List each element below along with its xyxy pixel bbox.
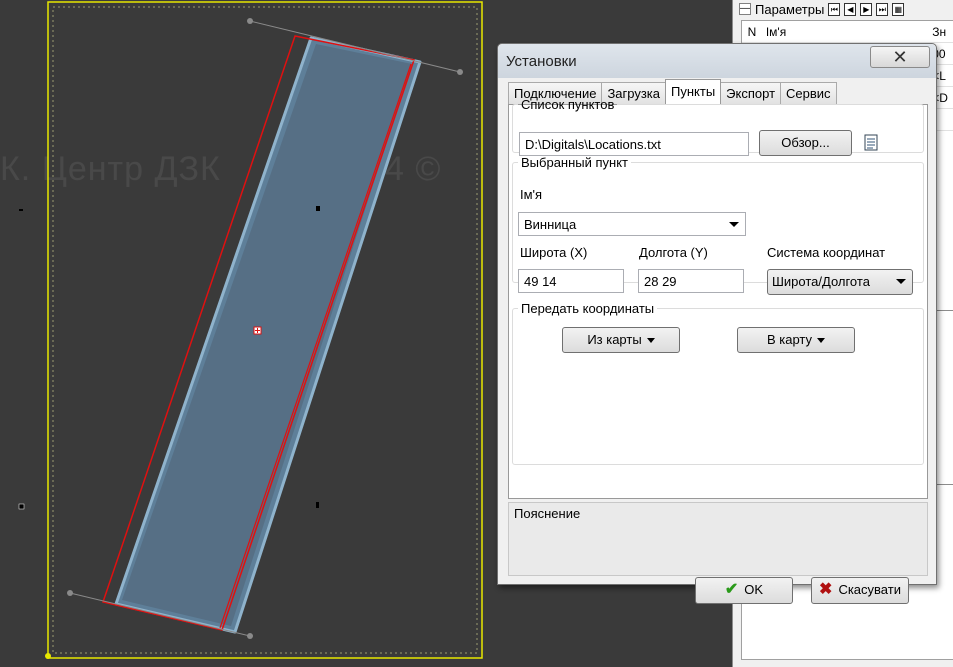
from-map-button[interactable]: Из карты bbox=[562, 327, 680, 353]
points-list-legend: Список пунктов bbox=[521, 97, 615, 112]
marker-left-top bbox=[19, 209, 23, 211]
note-area: Пояснение ✔ OK ✖ Скасувати bbox=[508, 502, 928, 604]
rotate-handle-bottom-right bbox=[247, 633, 253, 639]
checkmark-icon: ✔ bbox=[724, 581, 739, 598]
cancel-button[interactable]: ✖ Скасувати bbox=[811, 577, 909, 604]
column-header-value[interactable]: Зн bbox=[932, 25, 953, 39]
marker-left-bottom bbox=[18, 503, 25, 510]
marker-mid-top bbox=[316, 206, 320, 211]
from-map-label: Из карты bbox=[587, 332, 642, 347]
note-label: Пояснение bbox=[514, 506, 581, 521]
coordinate-system-label: Система координат bbox=[767, 245, 886, 260]
browse-button[interactable]: Обзор... bbox=[759, 130, 852, 156]
latitude-field[interactable]: 49 14 bbox=[518, 269, 624, 293]
selected-point-legend: Выбранный пункт bbox=[521, 155, 629, 170]
rotate-handle-bottom-left bbox=[67, 590, 73, 596]
close-button[interactable]: ✕ bbox=[870, 46, 930, 68]
grid-view-icon[interactable]: ▦ bbox=[892, 2, 905, 16]
longitude-label: Долгота (Y) bbox=[639, 245, 708, 260]
dialog-body: Подключение Загрузка Пункты Экспорт Серв… bbox=[505, 78, 930, 604]
points-tab-panel: Список пунктов D:\Digitals\Locations.txt… bbox=[508, 97, 928, 499]
longitude-field[interactable]: 28 29 bbox=[638, 269, 744, 293]
dialog-titlebar[interactable]: Установки ✕ bbox=[498, 44, 936, 78]
anchor-corner bbox=[45, 653, 51, 659]
ok-button[interactable]: ✔ OK bbox=[695, 577, 793, 604]
parameters-header: — Параметры ⏮ ◀ ▶ ⏭ ▦ bbox=[739, 0, 905, 18]
settings-dialog: Установки ✕ Подключение Загрузка Пункты … bbox=[497, 43, 937, 604]
name-label: Ім'я bbox=[520, 187, 543, 202]
dialog-title: Установки bbox=[506, 53, 577, 70]
chevron-down-icon bbox=[896, 279, 906, 284]
dropdown-arrow-icon bbox=[817, 338, 826, 344]
to-map-button[interactable]: В карту bbox=[737, 327, 855, 353]
first-record-icon[interactable]: ⏮ bbox=[828, 2, 841, 16]
to-map-label: В карту bbox=[766, 332, 813, 347]
rotate-handle-top-left bbox=[247, 18, 253, 24]
coordinate-system-select[interactable]: Широта/Долгота bbox=[767, 269, 913, 295]
points-file-path-field[interactable]: D:\Digitals\Locations.txt bbox=[519, 132, 749, 156]
file-list-icon[interactable] bbox=[864, 134, 878, 151]
close-icon: ✕ bbox=[892, 47, 908, 67]
marker-mid-bottom bbox=[316, 502, 319, 508]
column-header-name[interactable]: Ім'я bbox=[762, 25, 932, 39]
parameters-title: Параметры bbox=[755, 1, 825, 17]
ok-label: OK bbox=[744, 582, 764, 597]
tab-points[interactable]: Пункты bbox=[665, 79, 722, 104]
point-name-select[interactable]: Винница bbox=[518, 212, 746, 236]
rotate-handle-top-right bbox=[457, 69, 463, 75]
transfer-coordinates-legend: Передать координаты bbox=[521, 301, 655, 316]
grid-header-row: N Ім'я Зн bbox=[742, 21, 953, 43]
latitude-label: Широта (X) bbox=[520, 245, 588, 260]
next-record-icon[interactable]: ▶ bbox=[860, 2, 873, 16]
point-name-value: Винница bbox=[524, 217, 577, 232]
last-record-icon[interactable]: ⏭ bbox=[876, 2, 889, 16]
transfer-coordinates-group: Передать координаты bbox=[512, 301, 924, 465]
strip-inner bbox=[122, 44, 412, 626]
coordinate-system-value: Широта/Долгота bbox=[772, 274, 870, 289]
chevron-down-icon bbox=[729, 222, 739, 227]
cancel-label: Скасувати bbox=[838, 582, 901, 597]
cancel-x-icon: ✖ bbox=[819, 581, 833, 598]
dropdown-arrow-icon bbox=[646, 338, 655, 344]
collapse-icon[interactable]: — bbox=[739, 3, 751, 15]
prev-record-icon[interactable]: ◀ bbox=[844, 2, 857, 16]
column-header-n[interactable]: N bbox=[742, 25, 762, 39]
